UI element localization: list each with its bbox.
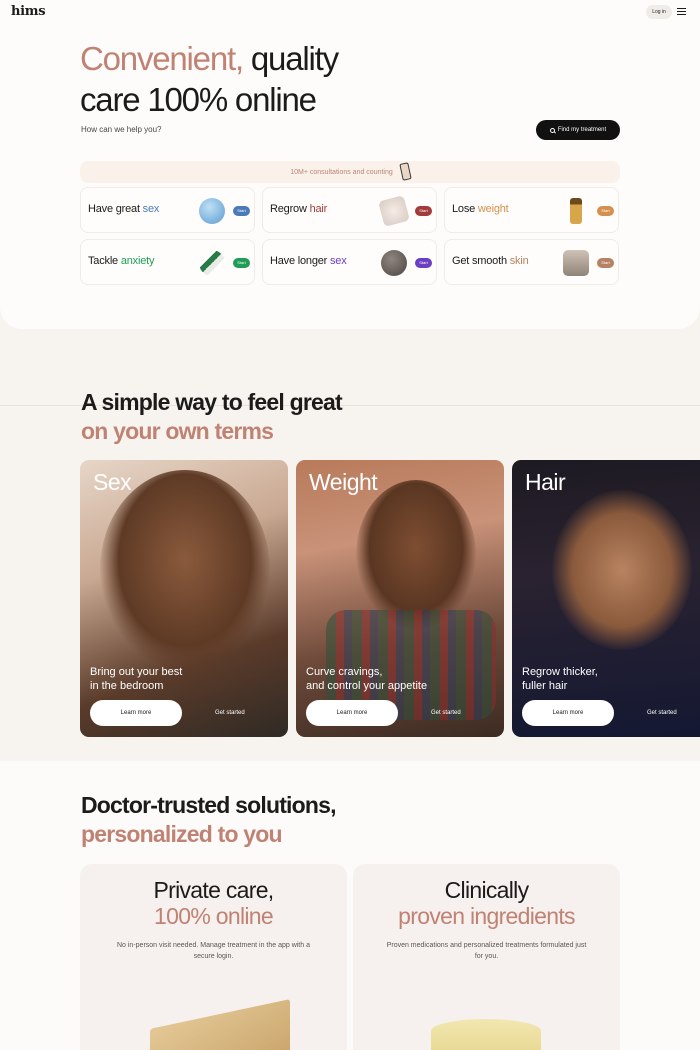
consultations-banner: 10M+ consultations and counting <box>80 161 620 183</box>
treatment-card-weight[interactable]: Lose weight Start <box>444 187 619 233</box>
menu-icon[interactable] <box>677 8 686 15</box>
treatment-label: Have great sex <box>88 203 160 215</box>
treatment-card-longer-sex[interactable]: Have longer sex Start <box>262 239 437 285</box>
learn-more-button[interactable]: Learn more <box>306 700 398 726</box>
treatment-label: Regrow hair <box>270 203 328 215</box>
find-treatment-button[interactable]: Find my treatment <box>536 120 620 140</box>
treatment-label: Lose weight <box>452 203 509 215</box>
phone-icon <box>399 161 412 181</box>
portrait-image <box>100 470 270 670</box>
hero-title-rest: quality <box>242 40 339 77</box>
login-button[interactable]: Log in <box>646 5 672 19</box>
hair-product-icon <box>378 195 410 227</box>
category-card-weight[interactable]: Weight Curve cravings, and control your a… <box>296 460 504 737</box>
get-started-link[interactable]: Get started <box>431 710 461 716</box>
find-treatment-label: Find my treatment <box>557 127 607 133</box>
feature-title: Clinically proven ingredients <box>398 877 575 929</box>
start-button[interactable]: Start <box>233 206 250 216</box>
doctor-title: Doctor-trusted solutions, personalized t… <box>81 792 337 847</box>
feature-title: Private care, 100% online <box>153 877 274 929</box>
category-title: Sex <box>93 469 132 495</box>
category-description: Bring out your best in the bedroom <box>90 666 183 692</box>
start-button[interactable]: Start <box>597 258 614 268</box>
jar-image <box>431 1019 541 1050</box>
learn-more-button[interactable]: Learn more <box>522 700 614 726</box>
treatment-card-hair[interactable]: Regrow hair Start <box>262 187 437 233</box>
capsule-icon <box>199 250 225 276</box>
feature-card-clinically-proven: Clinically proven ingredients Proven medi… <box>353 864 620 1050</box>
category-card-sex[interactable]: Sex Bring out your best in the bedroom Le… <box>80 460 288 737</box>
start-button[interactable]: Start <box>415 258 432 268</box>
start-button[interactable]: Start <box>415 206 432 216</box>
feature-description: Proven medications and personalized trea… <box>386 942 587 960</box>
hero-title: Convenient, quality care 100% online <box>80 38 339 120</box>
portrait-image <box>356 480 476 630</box>
jar-icon <box>563 250 589 276</box>
treatment-label: Tackle anxiety <box>88 255 155 267</box>
category-description: Regrow thicker, fuller hair <box>522 666 598 692</box>
portrait-image <box>552 490 692 650</box>
pill-icon <box>199 198 225 224</box>
feature-description: No in-person visit needed. Manage treatm… <box>116 942 310 960</box>
get-started-link[interactable]: Get started <box>215 710 245 716</box>
start-button[interactable]: Start <box>233 258 250 268</box>
hero-subtitle: How can we help you? <box>81 125 162 134</box>
hero-title-accent: Convenient, <box>80 40 244 77</box>
treatment-card-anxiety[interactable]: Tackle anxiety Start <box>80 239 255 285</box>
get-started-link[interactable]: Get started <box>647 710 677 716</box>
treatment-label: Get smooth skin <box>452 255 529 267</box>
hero-title-line2: care 100% online <box>80 81 317 118</box>
category-card-hair[interactable]: Hair Regrow thicker, fuller hair Learn mo… <box>512 460 700 737</box>
simple-way-title: A simple way to feel great on your own t… <box>81 389 343 444</box>
start-button[interactable]: Start <box>597 206 614 216</box>
box-image <box>150 999 290 1050</box>
hims-logo[interactable]: hims <box>11 4 46 19</box>
treatment-label: Have longer sex <box>270 255 347 267</box>
category-title: Weight <box>309 469 378 495</box>
consultations-text: 10M+ consultations and counting <box>290 168 393 176</box>
category-title: Hair <box>525 469 566 495</box>
search-icon <box>549 127 555 133</box>
treatment-card-sex[interactable]: Have great sex Start <box>80 187 255 233</box>
wipe-icon <box>381 250 407 276</box>
feature-card-private-care: Private care, 100% online No in-person vi… <box>80 864 347 1050</box>
treatment-card-skin[interactable]: Get smooth skin Start <box>444 239 619 285</box>
learn-more-button[interactable]: Learn more <box>90 700 182 726</box>
category-description: Curve cravings, and control your appetite <box>306 666 428 692</box>
vial-icon <box>570 198 582 224</box>
